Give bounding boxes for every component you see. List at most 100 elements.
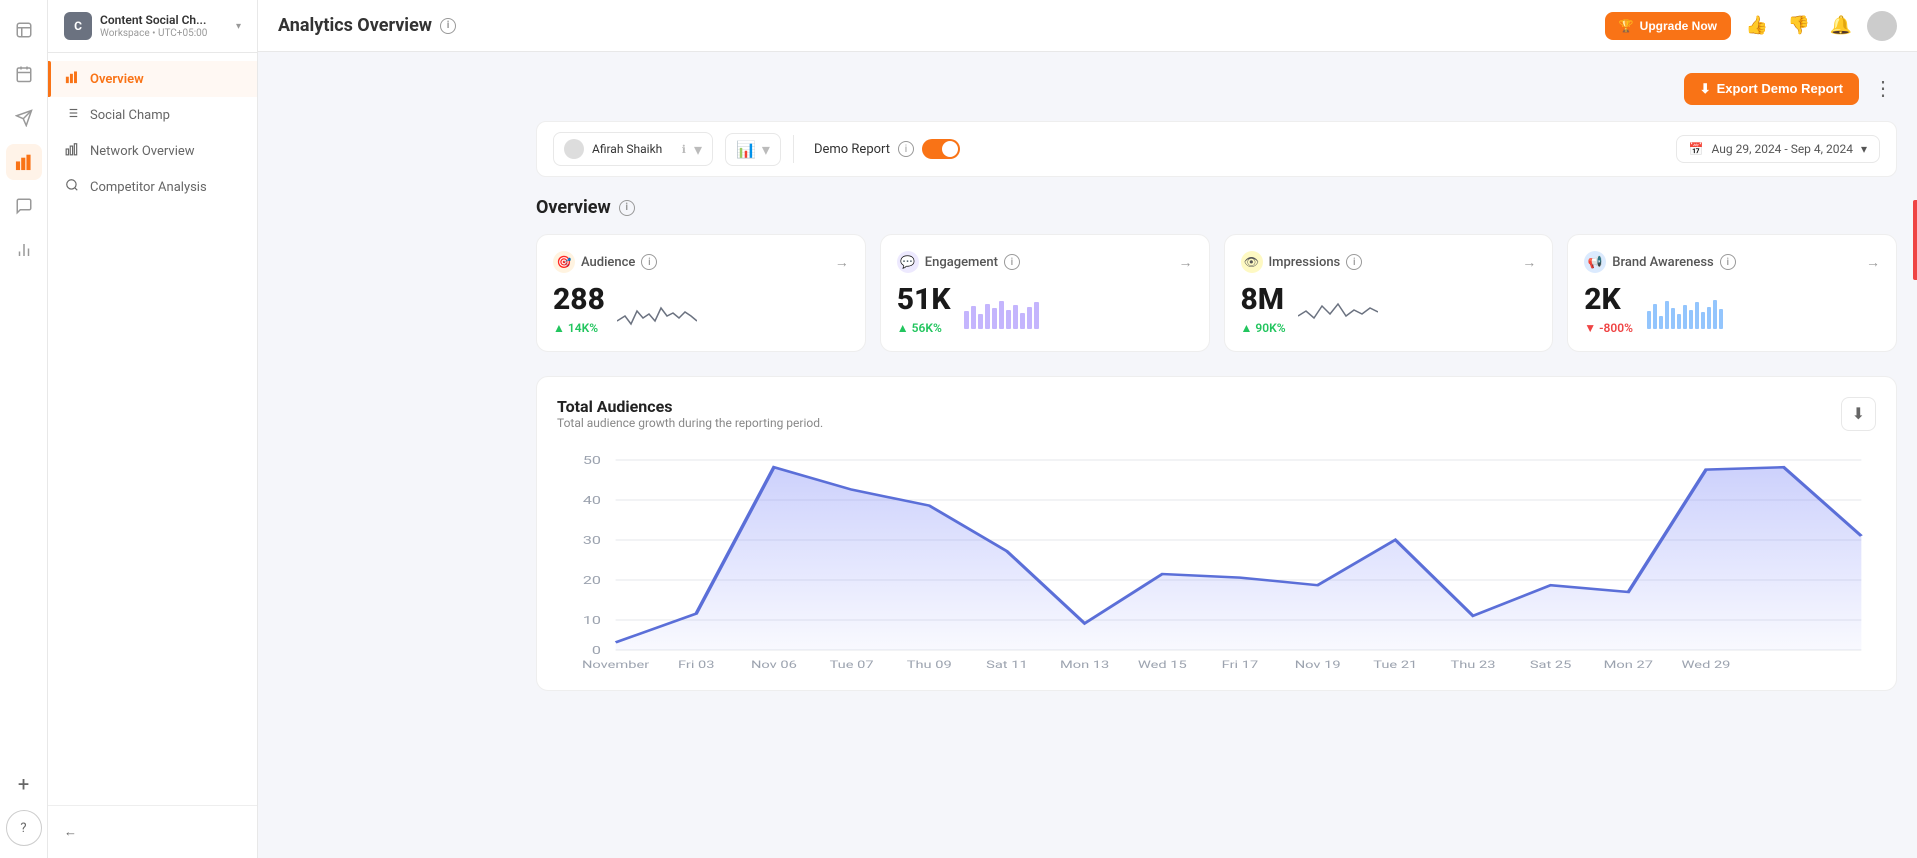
account-name: Afirah Shaikh <box>592 142 674 156</box>
sidebar-item-social-champ[interactable]: Social Champ <box>48 97 257 133</box>
main-content: ⬇ Export Demo Report ⋮ Afirah Shaikh ℹ ▾… <box>516 52 1917 858</box>
stat-card-brand-awareness-header: 📢 Brand Awareness i → <box>1584 251 1880 273</box>
sidebar-item-overview[interactable]: Overview <box>48 61 257 97</box>
icon-bar: + ? <box>0 0 48 858</box>
svg-text:Fri 03: Fri 03 <box>678 659 715 670</box>
sidebar-item-network-overview[interactable]: Network Overview <box>48 133 257 169</box>
thumbsdown-button[interactable]: 👎 <box>1783 10 1815 42</box>
page-title-info-icon[interactable]: i <box>440 18 456 34</box>
audience-arrow-button[interactable]: → <box>835 254 849 270</box>
upgrade-btn-label: Upgrade Now <box>1640 19 1717 33</box>
stat-card-engagement: 💬 Engagement i → 51K ▲ 56K% <box>880 234 1210 352</box>
audience-info-icon[interactable]: i <box>641 254 657 270</box>
workspace-sub: Workspace • UTC+05:00 <box>100 28 228 39</box>
icon-bar-messages[interactable] <box>6 188 42 224</box>
account-info-icon: ℹ <box>682 143 686 156</box>
sidebar-footer: ← <box>48 805 257 858</box>
brand-awareness-arrow-button[interactable]: → <box>1866 254 1880 270</box>
svg-text:50: 50 <box>583 454 601 467</box>
chevron-down-icon: ▾ <box>236 21 241 32</box>
sidebar-item-label-social-champ: Social Champ <box>90 108 170 123</box>
icon-bar-analytics[interactable] <box>6 144 42 180</box>
audience-change: ▲ 14K% <box>553 321 605 335</box>
stat-card-audience: 🎯 Audience i → 288 ▲ 14K% <box>536 234 866 352</box>
brand-awareness-change-arrow: ▼ <box>1584 321 1596 335</box>
demo-report-toggle[interactable] <box>922 139 960 159</box>
engagement-arrow-button[interactable]: → <box>1179 254 1193 270</box>
icon-bar-add[interactable]: + <box>6 766 42 802</box>
svg-text:Tue 21: Tue 21 <box>1373 659 1417 670</box>
chart-container: 50 40 30 20 10 0 <box>557 450 1876 670</box>
sidebar-collapse-btn[interactable]: ← <box>64 818 241 846</box>
stat-card-impressions-header: 👁 Impressions i → <box>1241 251 1537 273</box>
svg-text:Fri 17: Fri 17 <box>1222 659 1259 670</box>
audience-label: 🎯 Audience i <box>553 251 657 273</box>
date-range-text: Aug 29, 2024 - Sep 4, 2024 <box>1712 142 1853 156</box>
impressions-info-icon[interactable]: i <box>1346 254 1362 270</box>
sidebar-item-competitor-analysis[interactable]: Competitor Analysis <box>48 169 257 205</box>
brand-awareness-value-group: 2K ▼ -800% <box>1584 285 1633 335</box>
notifications-button[interactable]: 🔔 <box>1825 10 1857 42</box>
svg-text:Thu 09: Thu 09 <box>907 659 952 670</box>
engagement-change-value: 56K% <box>912 321 942 335</box>
demo-report-info-icon: i <box>898 141 914 157</box>
sidebar-nav: Overview Social Champ Network Overview C… <box>48 53 257 213</box>
svg-text:Mon 13: Mon 13 <box>1060 659 1109 670</box>
engagement-icon: 💬 <box>897 251 919 273</box>
overview-icon <box>64 70 80 88</box>
network-icon <box>64 142 80 160</box>
impressions-arrow-button[interactable]: → <box>1522 254 1536 270</box>
icon-bar-bottom: + ? <box>6 766 42 846</box>
topbar-actions: 🏆 Upgrade Now 👍 👎 🔔 <box>1605 10 1897 42</box>
audience-value: 288 <box>553 285 605 315</box>
demo-report-toggle-group: Demo Report i <box>814 139 960 159</box>
workspace-avatar: C <box>64 12 92 40</box>
workspace-selector[interactable]: C Content Social Ch... Workspace • UTC+0… <box>48 0 257 53</box>
icon-bar-calendar[interactable] <box>6 56 42 92</box>
chart-download-button[interactable]: ⬇ <box>1841 397 1876 431</box>
export-demo-report-button[interactable]: ⬇ Export Demo Report <box>1684 73 1859 105</box>
chart-title: Total Audiences <box>557 397 823 416</box>
upgrade-now-button[interactable]: 🏆 Upgrade Now <box>1605 12 1731 40</box>
chart-area-fill <box>616 467 1862 650</box>
sidebar-item-label-overview: Overview <box>90 72 144 87</box>
trophy-icon: 🏆 <box>1619 19 1634 33</box>
user-avatar[interactable] <box>1867 11 1897 41</box>
filter-divider <box>793 135 794 163</box>
stat-card-audience-header: 🎯 Audience i → <box>553 251 849 273</box>
more-options-button[interactable]: ⋮ <box>1869 72 1897 105</box>
engagement-value-group: 51K ▲ 56K% <box>897 285 951 335</box>
svg-text:Sat 25: Sat 25 <box>1530 659 1572 670</box>
stat-card-brand-awareness: 📢 Brand Awareness i → 2K ▼ -800% <box>1567 234 1897 352</box>
engagement-change-arrow: ▲ <box>897 321 909 335</box>
icon-bar-send[interactable] <box>6 100 42 136</box>
icon-bar-listening[interactable] <box>6 232 42 268</box>
impressions-value: 8M <box>1241 285 1286 315</box>
audience-change-value: 14K% <box>568 321 598 335</box>
overview-info-icon[interactable]: i <box>619 200 635 216</box>
icon-bar-compose[interactable] <box>6 12 42 48</box>
svg-text:0: 0 <box>592 644 601 657</box>
brand-awareness-info-icon[interactable]: i <box>1720 254 1736 270</box>
engagement-change: ▲ 56K% <box>897 321 951 335</box>
download-icon: ⬇ <box>1700 81 1711 97</box>
engagement-value: 51K <box>897 285 951 315</box>
topbar: Analytics Overview i 🏆 Upgrade Now 👍 👎 🔔 <box>258 0 1917 52</box>
impressions-label: 👁 Impressions i <box>1241 251 1363 273</box>
stat-card-impressions-body: 8M ▲ 90K% <box>1241 285 1537 335</box>
audience-label-text: Audience <box>581 255 635 270</box>
total-audiences-chart-card: Total Audiences Total audience growth du… <box>536 376 1897 691</box>
icon-bar-help[interactable]: ? <box>6 810 42 846</box>
overview-title-text: Overview <box>536 197 611 218</box>
sidebar-item-label-competitor: Competitor Analysis <box>90 180 207 195</box>
thumbsup-button[interactable]: 👍 <box>1741 10 1773 42</box>
engagement-info-icon[interactable]: i <box>1004 254 1020 270</box>
audience-change-arrow: ▲ <box>553 321 565 335</box>
account-selector[interactable]: Afirah Shaikh ℹ ▾ <box>553 132 713 166</box>
total-audiences-svg: 50 40 30 20 10 0 <box>557 450 1876 670</box>
platform-filter[interactable]: 📊 ▾ <box>725 133 781 166</box>
account-chevron-icon: ▾ <box>694 140 702 159</box>
brand-awareness-label-text: Brand Awareness <box>1612 255 1713 270</box>
platform-icon: 📊 <box>736 140 756 159</box>
date-range-picker[interactable]: 📅 Aug 29, 2024 - Sep 4, 2024 ▾ <box>1676 135 1880 163</box>
